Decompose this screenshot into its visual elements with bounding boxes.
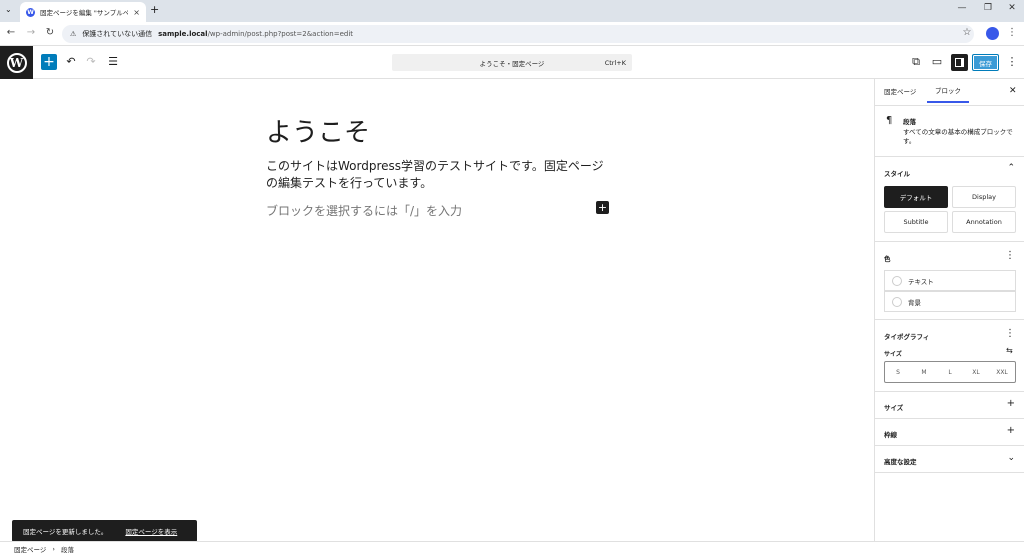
background-color-control[interactable]: 背景 bbox=[884, 291, 1016, 312]
style-subtitle-button[interactable]: Subtitle bbox=[884, 211, 948, 233]
advanced-heading: 高度な設定 bbox=[884, 458, 917, 466]
profile-avatar[interactable] bbox=[986, 27, 999, 40]
typography-options-icon[interactable]: ⋮ bbox=[1005, 328, 1015, 339]
size-s[interactable]: S bbox=[885, 362, 911, 382]
chevron-down-icon[interactable]: ⌄ bbox=[1007, 453, 1015, 463]
tab-page-label: 固定ページ bbox=[884, 88, 917, 96]
new-tab-icon[interactable]: + bbox=[150, 3, 159, 16]
size-xl[interactable]: XL bbox=[963, 362, 989, 382]
forward-icon[interactable]: → bbox=[24, 27, 38, 38]
wordpress-favicon-icon: W bbox=[26, 7, 35, 17]
security-label: 保護されていない通信 bbox=[82, 30, 153, 38]
style-annotation-button[interactable]: Annotation bbox=[952, 211, 1016, 233]
background-color-label: 背景 bbox=[908, 298, 921, 307]
paragraph-block[interactable]: このサイトはWordpress学習のテストサイトです。固定ページの編集テストを行… bbox=[266, 158, 612, 192]
browser-toolbar: ← → ↻ ⚠ 保護されていない通信 sample.local /wp-admi… bbox=[0, 22, 1024, 46]
command-palette-bar[interactable]: ようこそ・固定ページ Ctrl+K bbox=[392, 54, 632, 71]
breadcrumb-separator-icon: › bbox=[52, 544, 55, 553]
window-close-icon[interactable]: ✕ bbox=[1002, 3, 1022, 13]
size-l[interactable]: L bbox=[937, 362, 963, 382]
block-name: 段落 bbox=[903, 118, 916, 126]
paragraph-icon: ¶ bbox=[886, 115, 893, 126]
settings-toggle-button[interactable] bbox=[951, 54, 968, 71]
browser-tab-strip: ⌄ W 固定ページを編集 "サンプルページ" × + — ❐ ✕ bbox=[0, 0, 1024, 22]
text-color-swatch bbox=[892, 275, 902, 286]
empty-block-placeholder[interactable]: ブロックを選択するには「/」を入力 bbox=[266, 202, 462, 219]
save-button[interactable]: 保存 bbox=[972, 54, 999, 71]
address-bar[interactable]: ⚠ 保護されていない通信 sample.local /wp-admin/post… bbox=[62, 25, 974, 43]
typography-heading: タイポグラフィ bbox=[884, 333, 930, 341]
breadcrumb-root[interactable]: 固定ページ bbox=[14, 544, 46, 554]
font-size-picker: S M L XL XXL bbox=[884, 361, 1016, 383]
background-color-swatch bbox=[892, 296, 902, 307]
color-options-icon[interactable]: ⋮ bbox=[1005, 250, 1015, 261]
editor-header: W + ↶ ↷ ☰ ようこそ・固定ページ Ctrl+K ⧉ ▭ 保存 ⋮ bbox=[0, 46, 1024, 79]
url-host: sample.local bbox=[158, 30, 208, 38]
color-panel: 色 ⋮ テキスト 背景 bbox=[875, 241, 1024, 319]
size-xxl[interactable]: XXL bbox=[989, 362, 1015, 382]
style-display-button[interactable]: Display bbox=[952, 186, 1016, 208]
options-menu-icon[interactable]: ⋮ bbox=[1005, 55, 1019, 68]
styles-heading: スタイル bbox=[884, 170, 910, 178]
sidebar-icon bbox=[955, 58, 964, 67]
settings-sidebar: 固定ページ ブロック ✕ ¶ 段落 すべての文章の基本の構成ブロックです。 スタ… bbox=[874, 79, 1024, 541]
block-card: ¶ 段落 すべての文章の基本の構成ブロックです。 bbox=[875, 105, 1024, 156]
close-sidebar-icon[interactable]: ✕ bbox=[1009, 86, 1017, 96]
styles-panel: スタイル ⌃ デフォルト Display Subtitle Annotation bbox=[875, 156, 1024, 241]
back-icon[interactable]: ← bbox=[4, 27, 18, 38]
font-size-label: サイズ bbox=[884, 351, 902, 358]
document-title: ようこそ・固定ページ bbox=[479, 59, 545, 68]
tab-title: 固定ページを編集 "サンプルページ" bbox=[40, 9, 129, 17]
device-preview-icon[interactable]: ▭ bbox=[930, 55, 944, 68]
border-add-icon[interactable]: + bbox=[1007, 425, 1015, 436]
tab-close-icon[interactable]: × bbox=[133, 8, 140, 17]
color-heading: 色 bbox=[884, 255, 891, 263]
snackbar-message: 固定ページを更新しました。 bbox=[23, 528, 108, 536]
document-overview-icon[interactable]: ☰ bbox=[106, 55, 120, 68]
tab-block[interactable]: ブロック bbox=[927, 79, 969, 103]
dimensions-add-icon[interactable]: + bbox=[1007, 398, 1015, 409]
view-page-link[interactable]: 固定ページを表示 bbox=[125, 526, 177, 536]
tab-page[interactable]: 固定ページ bbox=[884, 79, 916, 103]
shortcut-hint: Ctrl+K bbox=[604, 58, 626, 67]
border-panel[interactable]: 枠線 + bbox=[875, 418, 1024, 445]
dimensions-heading: サイズ bbox=[884, 404, 904, 412]
view-page-icon[interactable]: ⧉ bbox=[909, 55, 923, 69]
tab-search-icon[interactable]: ⌄ bbox=[5, 5, 12, 14]
minimize-icon[interactable]: — bbox=[952, 3, 972, 13]
reload-icon[interactable]: ↻ bbox=[43, 27, 57, 38]
redo-icon[interactable]: ↷ bbox=[84, 55, 98, 68]
block-inserter-toggle[interactable]: + bbox=[41, 54, 57, 70]
size-m[interactable]: M bbox=[911, 362, 937, 382]
wordpress-logo-icon: W bbox=[6, 52, 27, 73]
editor-canvas: ようこそ このサイトはWordpress学習のテストサイトです。固定ページの編集… bbox=[0, 79, 874, 541]
security-warning-icon: ⚠ bbox=[70, 30, 77, 38]
style-default-button[interactable]: デフォルト bbox=[884, 186, 948, 208]
advanced-panel[interactable]: 高度な設定 ⌄ bbox=[875, 445, 1024, 473]
undo-icon[interactable]: ↶ bbox=[64, 55, 78, 68]
restore-icon[interactable]: ❐ bbox=[978, 3, 998, 13]
bookmark-star-icon[interactable]: ☆ bbox=[960, 27, 974, 38]
breadcrumb-current[interactable]: 段落 bbox=[61, 544, 74, 554]
block-breadcrumb: 固定ページ › 段落 bbox=[0, 541, 1024, 555]
text-color-label: テキスト bbox=[908, 277, 934, 286]
dimensions-panel[interactable]: サイズ + bbox=[875, 391, 1024, 418]
text-color-control[interactable]: テキスト bbox=[884, 270, 1016, 291]
typography-panel: タイポグラフィ ⋮ サイズ ⇆ S M L XL XXL bbox=[875, 319, 1024, 391]
block-description: すべての文章の基本の構成ブロックです。 bbox=[903, 128, 1013, 145]
border-heading: 枠線 bbox=[884, 431, 897, 439]
chevron-up-icon[interactable]: ⌃ bbox=[1007, 163, 1015, 173]
post-title[interactable]: ようこそ bbox=[266, 112, 370, 149]
tab-block-label: ブロック bbox=[935, 87, 961, 95]
wordpress-logo-button[interactable]: W bbox=[0, 46, 33, 79]
browser-tab[interactable]: W 固定ページを編集 "サンプルページ" × bbox=[20, 2, 146, 22]
url-path: /wp-admin/post.php?post=2&action=edit bbox=[207, 30, 354, 38]
browser-menu-icon[interactable]: ⋮ bbox=[1005, 27, 1019, 38]
custom-size-icon[interactable]: ⇆ bbox=[1006, 346, 1013, 355]
snackbar-notice: 固定ページを更新しました。 固定ページを表示 bbox=[12, 520, 197, 542]
inline-block-inserter[interactable]: + bbox=[596, 201, 609, 214]
